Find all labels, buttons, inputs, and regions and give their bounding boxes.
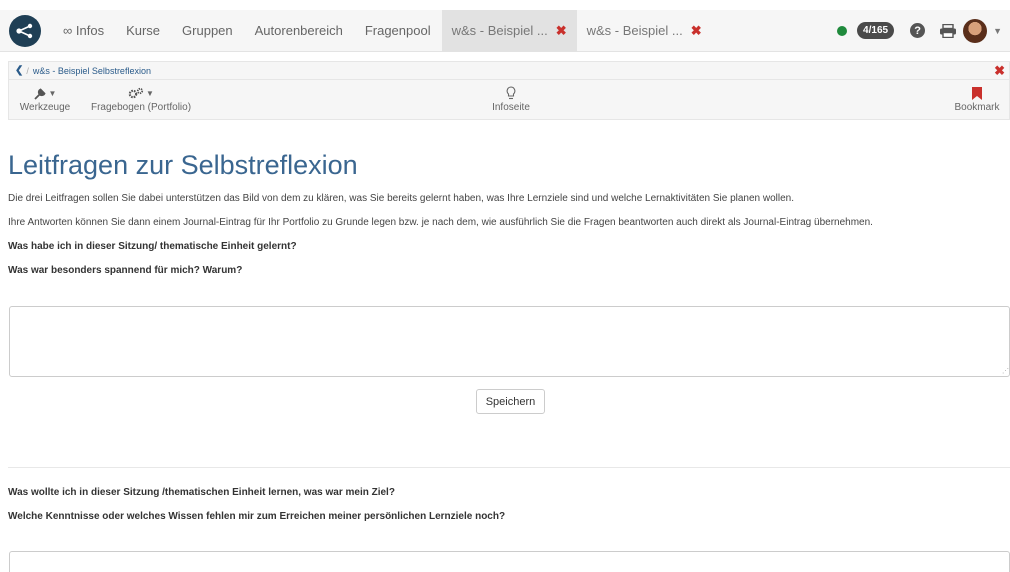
question-1: Was habe ich in dieser Sitzung/ thematis… [8,241,297,252]
divider [8,467,1010,468]
breadcrumb-current[interactable]: w&s - Beispiel Selbstreflexion [33,66,151,76]
help-icon[interactable]: ? [910,23,926,38]
course-toolbar: ▼ Werkzeuge ▼ Fragebogen (Portfolio) Inf… [8,80,1010,120]
breadcrumb-separator: / [26,65,29,76]
breadcrumb: ❮ / w&s - Beispiel Selbstreflexion ✖ [8,61,1010,80]
print-icon[interactable] [939,23,957,38]
back-icon[interactable]: ❮ [15,65,23,76]
nav-item-gruppen[interactable]: Gruppen [171,10,244,52]
close-icon[interactable]: ✖ [691,23,702,39]
logo-icon[interactable] [9,14,41,47]
chevron-down-icon[interactable]: ▼ [993,26,1002,36]
online-status-icon [837,25,848,36]
questionnaire-dropdown[interactable]: ▼ Fragebogen (Portfolio) [89,84,193,113]
nav-right-tools: 4/165 ? ▼ [837,10,1010,52]
intro-paragraph-1: Die drei Leitfragen sollen Sie dabei unt… [8,193,795,204]
close-icon[interactable]: ✖ [556,23,567,39]
nav-tab-label[interactable]: w&s - Beispiel ... [587,23,683,38]
nav-item-fragenpool[interactable]: Fragenpool [354,10,442,52]
info-page-label: Infoseite [492,102,530,113]
save-button[interactable]: Speichern [476,389,545,414]
gears-icon: ▼ [89,84,193,102]
tools-label: Werkzeuge [19,102,71,113]
questionnaire-label: Fragebogen (Portfolio) [90,102,192,113]
nav-tab-course[interactable]: w&s - Beispiel ... ✖ [577,10,712,52]
nav-tab-course-active[interactable]: w&s - Beispiel ... ✖ [441,9,577,52]
bookmark-icon [947,84,1007,102]
question-2: Was war besonders spannend für mich? War… [8,265,243,276]
tools-dropdown[interactable]: ▼ Werkzeuge [13,84,77,113]
lightbulb-icon [481,84,541,102]
nav-item-kurse[interactable]: Kurse [115,10,171,52]
nav-tab-label[interactable]: w&s - Beispiel ... [452,23,548,38]
nav-item-infos[interactable]: ∞ Infos [55,10,115,52]
page-title: Leitfragen zur Selbstreflexion [8,150,358,180]
resize-handle-icon[interactable]: ⋰ [1002,367,1009,375]
bookmark-label: Bookmark [954,102,1000,113]
answer-textarea-2[interactable] [9,551,1010,572]
question-4: Welche Kenntnisse oder welches Wissen fe… [8,511,506,522]
bookmark-button[interactable]: Bookmark [947,84,1007,113]
question-3: Was wollte ich in dieser Sitzung /themat… [8,487,395,498]
top-navigation: ∞ Infos Kurse Gruppen Autorenbereich Fra… [0,9,1010,52]
intro-paragraph-2: Ihre Antworten können Sie dann einem Jou… [8,217,873,228]
counter-badge[interactable]: 4/165 [857,22,895,39]
info-page-button[interactable]: Infoseite [481,84,541,113]
avatar[interactable] [963,18,988,43]
nav-item-autorenbereich[interactable]: Autorenbereich [244,10,354,52]
answer-textarea-1[interactable] [9,306,1010,377]
close-icon[interactable]: ✖ [994,63,1005,79]
wrench-icon: ▼ [13,84,77,102]
